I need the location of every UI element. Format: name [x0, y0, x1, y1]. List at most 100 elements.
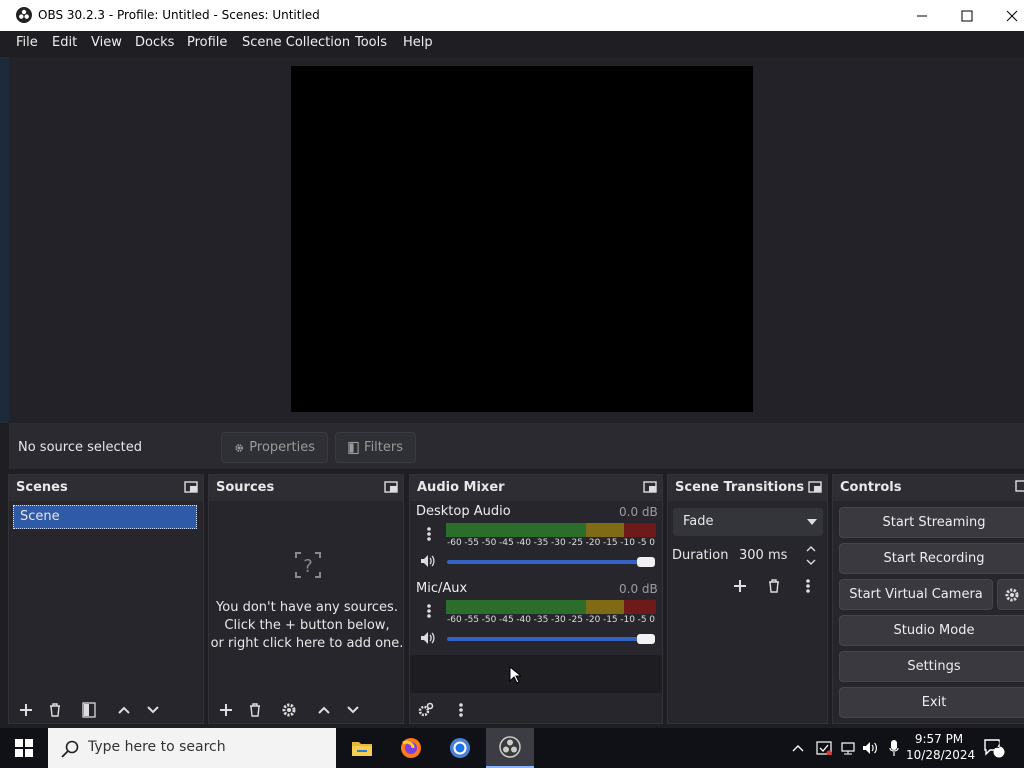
start-recording-button[interactable]: Start Recording [839, 543, 1024, 574]
mixer-empty-area [410, 655, 662, 693]
controls-dock-title: Controls [840, 480, 902, 495]
undock-icon[interactable] [184, 481, 198, 493]
tick-label: -50 [481, 538, 497, 548]
remove-source-button[interactable] [244, 699, 266, 721]
desktop-audio-menu-button[interactable] [418, 523, 440, 545]
maximize-button[interactable] [945, 0, 989, 31]
menu-help[interactable]: Help [403, 35, 433, 50]
move-source-down-button[interactable] [342, 699, 364, 721]
menu-file[interactable]: File [16, 35, 38, 50]
close-button[interactable] [990, 0, 1024, 31]
add-scene-button[interactable] [15, 699, 37, 721]
file-explorer-taskbar-icon[interactable] [338, 728, 386, 768]
network-tray-icon[interactable] [838, 728, 858, 768]
menu-tools[interactable]: Tools [355, 35, 387, 50]
audio-mixer-dock-header: Audio Mixer [410, 475, 662, 501]
move-scene-down-button[interactable] [142, 699, 164, 721]
menu-profile[interactable]: Profile [187, 35, 227, 50]
taskbar-search[interactable]: Type here to search [48, 728, 336, 768]
tray-overflow-icon[interactable] [790, 728, 806, 768]
security-tray-icon[interactable] [814, 728, 834, 768]
remove-scene-button[interactable] [44, 699, 66, 721]
chrome-taskbar-icon[interactable] [436, 728, 484, 768]
source-properties-button[interactable] [278, 699, 300, 721]
desktop-audio-ticks: -60 -55 -50 -45 -40 -35 -30 -25 -20 -15 -10 -5 0 [447, 538, 655, 548]
obs-logo-icon [16, 7, 32, 23]
studio-mode-button[interactable]: Studio Mode [839, 615, 1024, 646]
menu-bar: File Edit View Docks Profile Scene Colle… [0, 31, 1024, 57]
tick-label: -55 [464, 615, 480, 625]
remove-transition-button[interactable] [763, 575, 785, 597]
mixer-settings-button[interactable] [415, 699, 437, 721]
move-source-up-button[interactable] [313, 699, 335, 721]
mic-aux-meter [446, 600, 656, 614]
volume-tray-icon[interactable] [860, 728, 882, 768]
transition-select[interactable]: Fade [673, 508, 823, 536]
mic-aux-menu-button[interactable] [418, 600, 440, 622]
taskbar-clock[interactable]: 9:57 PM 10/28/2024 [906, 731, 976, 763]
minimize-button[interactable] [900, 0, 944, 31]
undock-icon[interactable] [384, 481, 398, 493]
clock-date: 10/28/2024 [906, 748, 976, 762]
menu-docks[interactable]: Docks [135, 35, 174, 50]
scene-filters-button[interactable] [78, 699, 100, 721]
mic-aux-ticks: -60 -55 -50 -45 -40 -35 -30 -25 -20 -15 -10 -5 0 [447, 615, 655, 625]
menu-scene-collection[interactable]: Scene Collection [242, 35, 350, 50]
spin-down-icon[interactable] [806, 558, 816, 566]
start-virtual-camera-button[interactable]: Start Virtual Camera [839, 579, 993, 610]
obs-taskbar-icon[interactable] [486, 728, 534, 768]
firefox-taskbar-icon[interactable] [387, 728, 435, 768]
desktop-audio-mute-button[interactable] [417, 550, 439, 572]
tick-label: -20 [585, 615, 601, 625]
mic-aux-volume-handle[interactable] [637, 634, 655, 644]
taskbar: Type here to search 9:57 PM 10/28/2024 2 [0, 728, 1024, 768]
menu-view[interactable]: View [91, 35, 122, 50]
microphone-tray-icon[interactable] [884, 728, 904, 768]
start-button[interactable] [0, 728, 48, 768]
mic-aux-mute-button[interactable] [417, 627, 439, 649]
desktop-audio-volume-slider[interactable] [447, 560, 655, 564]
scene-list-item[interactable]: Scene [13, 505, 197, 529]
kebab-menu-icon [806, 579, 810, 593]
duration-spinbox[interactable]: 300 ms [729, 542, 823, 570]
undock-icon[interactable] [808, 481, 822, 493]
desktop-audio-volume-handle[interactable] [637, 557, 655, 567]
sources-empty-message: You don't have any sources. Click the + … [209, 599, 405, 653]
tick-label: -30 [550, 538, 566, 548]
duration-label: Duration [672, 548, 729, 563]
trash-icon [50, 703, 60, 717]
transition-menu-button[interactable] [797, 575, 819, 597]
tick-label: -45 [498, 615, 514, 625]
filters-label: Filters [364, 440, 403, 455]
virtual-camera-settings-button[interactable] [997, 579, 1024, 610]
desktop-audio-db: 0.0 dB [619, 505, 658, 519]
sources-dock-header: Sources [209, 475, 403, 501]
filters-button[interactable]: Filters [335, 432, 416, 463]
mic-aux-db: 0.0 dB [619, 582, 658, 596]
spin-up-icon[interactable] [806, 545, 816, 553]
undock-icon[interactable] [1015, 480, 1024, 492]
tick-label: -15 [602, 615, 618, 625]
tick-label: -10 [620, 538, 635, 548]
tick-label: -35 [533, 538, 549, 548]
settings-button[interactable]: Settings [839, 651, 1024, 682]
mixer-menu-button[interactable] [450, 699, 472, 721]
undock-icon[interactable] [643, 481, 657, 493]
add-transition-button[interactable] [729, 575, 751, 597]
svg-text:?: ? [303, 556, 313, 577]
notification-center-button[interactable]: 2 [980, 728, 1008, 768]
add-source-button[interactable] [215, 699, 237, 721]
tick-label: -45 [498, 538, 514, 548]
speaker-icon [421, 555, 435, 567]
question-mark-icon: ? [295, 552, 321, 578]
mic-aux-volume-slider[interactable] [447, 637, 655, 641]
menu-edit[interactable]: Edit [52, 35, 77, 50]
tick-label: -40 [516, 538, 532, 548]
preview-canvas[interactable] [291, 66, 753, 412]
duration-value: 300 ms [739, 548, 788, 563]
properties-button[interactable]: Properties [221, 432, 328, 463]
exit-button[interactable]: Exit [839, 687, 1024, 718]
move-scene-up-button[interactable] [113, 699, 135, 721]
transitions-dock-title: Scene Transitions [675, 480, 805, 495]
start-streaming-button[interactable]: Start Streaming [839, 507, 1024, 538]
